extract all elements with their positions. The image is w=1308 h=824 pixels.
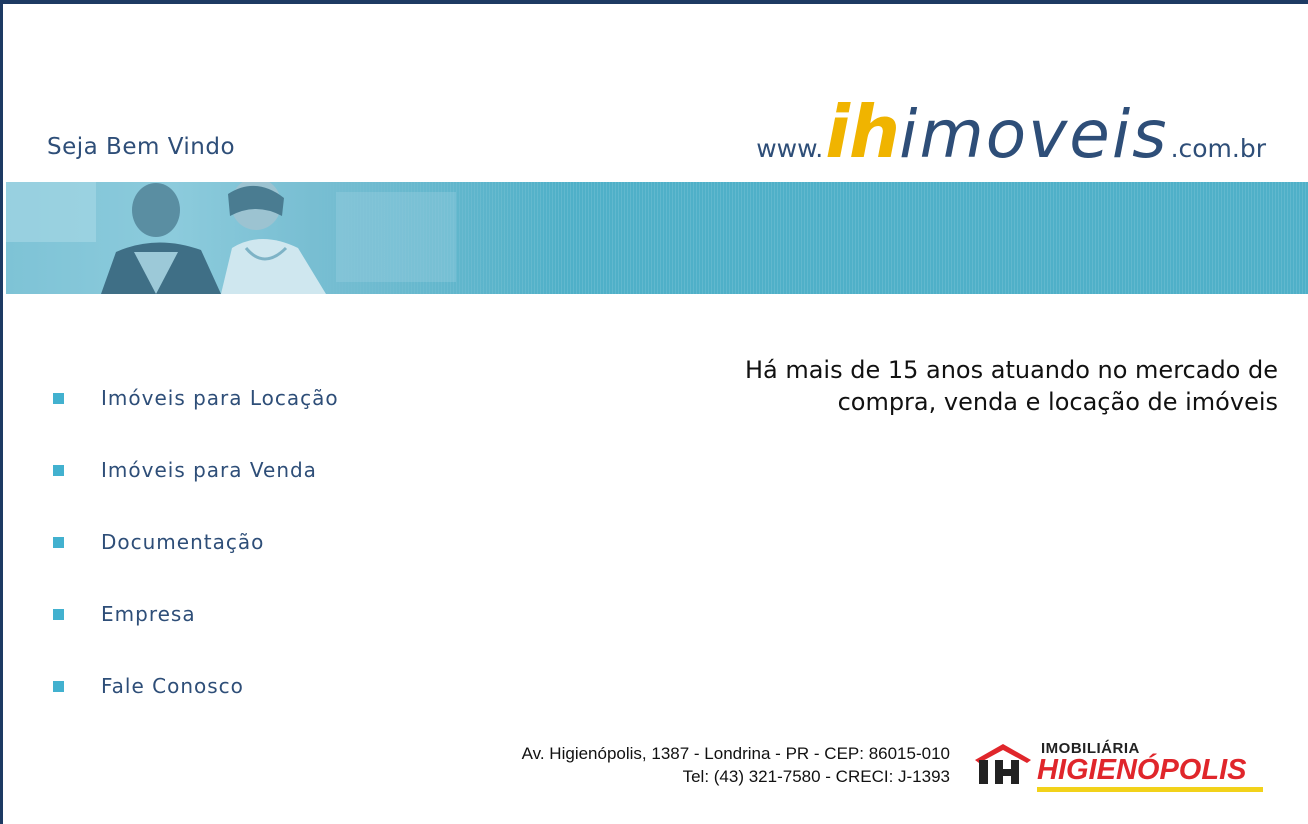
header-banner [6, 182, 1308, 294]
site-url-brand-highlight: ih [825, 90, 900, 174]
house-logo-icon [975, 744, 1031, 784]
tagline-line-1: Há mais de 15 anos atuando no mercado de [744, 356, 1278, 384]
site-url-suffix: .com.br [1170, 134, 1266, 163]
square-bullet-icon [53, 392, 64, 404]
address-line-2: Tel: (43) 321-7580 - CRECI: J-1393 [682, 767, 950, 786]
menu-item-label: Empresa [101, 602, 196, 626]
site-url-brand-rest: imoveis [899, 96, 1169, 173]
main-menu: Imóveis para Locação Imóveis para Venda … [53, 362, 339, 722]
square-bullet-icon [53, 536, 64, 548]
square-bullet-icon [53, 608, 64, 620]
tagline: Há mais de 15 anos atuando no mercado de… [638, 354, 1278, 418]
menu-item-fale-conosco[interactable]: Fale Conosco [53, 650, 339, 722]
footer-address: Av. Higienópolis, 1387 - Londrina - PR -… [522, 742, 950, 788]
site-logo-url[interactable]: www. ih imoveis .com.br [756, 90, 1266, 174]
menu-item-label: Fale Conosco [101, 674, 244, 698]
tagline-line-2: compra, venda e locação de imóveis [837, 388, 1278, 416]
menu-item-empresa[interactable]: Empresa [53, 578, 339, 650]
square-bullet-icon [53, 464, 64, 476]
menu-item-label: Imóveis para Locação [101, 386, 339, 410]
menu-item-imoveis-locacao[interactable]: Imóveis para Locação [53, 362, 339, 434]
logo-underline [1037, 787, 1263, 792]
menu-item-imoveis-venda[interactable]: Imóveis para Venda [53, 434, 339, 506]
banner-photo-people [6, 182, 566, 294]
logo-text-higienopolis: HIGIENÓPOLIS [1037, 754, 1247, 786]
square-bullet-icon [53, 680, 64, 692]
menu-item-label: Imóveis para Venda [101, 458, 317, 482]
menu-item-label: Documentação [101, 530, 265, 554]
address-line-1: Av. Higienópolis, 1387 - Londrina - PR -… [521, 744, 950, 763]
menu-item-documentacao[interactable]: Documentação [53, 506, 339, 578]
page-frame: Seja Bem Vindo www. ih imoveis .com.br I… [0, 0, 1308, 824]
welcome-text: Seja Bem Vindo [47, 134, 236, 160]
imobiliaria-higienopolis-logo[interactable]: IMOBILIÁRIA HIGIENÓPOLIS [973, 740, 1273, 794]
site-url-prefix: www. [756, 134, 824, 163]
